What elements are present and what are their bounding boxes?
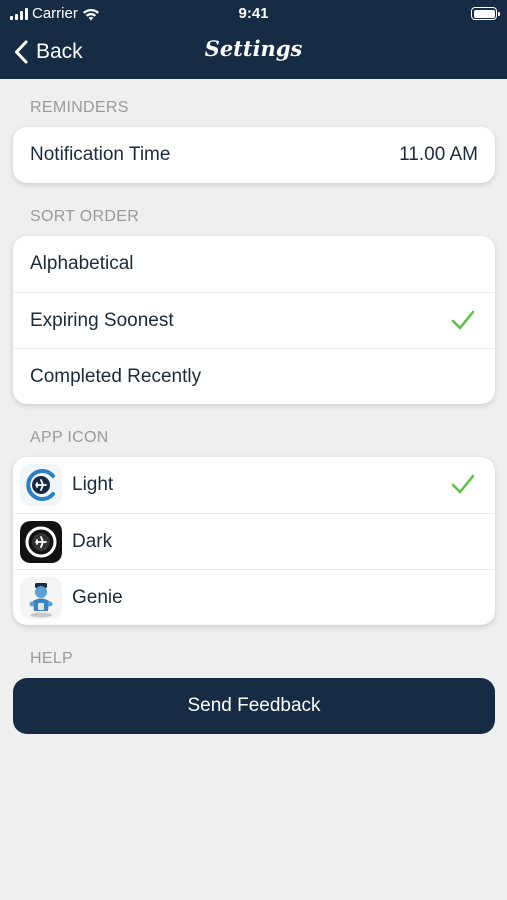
notification-time-value: 11.00 AM <box>399 144 478 165</box>
app-icon-light <box>20 464 62 506</box>
reminders-card: Notification Time 11.00 AM <box>13 127 495 183</box>
app-icon-option-label: Dark <box>72 530 113 552</box>
app-icon-option-dark[interactable]: Dark <box>13 513 495 569</box>
checkmark-icon <box>451 474 475 494</box>
sort-option-label: Alphabetical <box>30 253 134 274</box>
status-time: 9:41 <box>238 5 269 22</box>
battery-icon <box>471 7 500 20</box>
send-feedback-button[interactable]: Send Feedback <box>13 678 495 734</box>
navigation-bar: Carrier 9:41 Back Settings <box>0 0 507 79</box>
sort-option-alphabetical[interactable]: Alphabetical <box>13 236 495 292</box>
notification-time-label: Notification Time <box>30 144 171 165</box>
sort-option-label: Expiring Soonest <box>30 309 174 331</box>
app-icon-option-label: Light <box>72 474 114 495</box>
app-icon-option-genie[interactable]: Genie <box>13 569 495 625</box>
app-icon-card: Light Dark Genie <box>13 457 495 625</box>
section-label-sort-order: SORT ORDER <box>30 208 140 225</box>
checkmark-icon <box>451 310 475 330</box>
app-icon-dark <box>20 520 62 563</box>
app-icon-genie <box>20 576 62 619</box>
app-icon-option-light[interactable]: Light <box>13 457 495 513</box>
section-label-reminders: REMINDERS <box>30 99 129 116</box>
sort-option-expiring-soonest[interactable]: Expiring Soonest <box>13 292 495 348</box>
notification-time-row[interactable]: Notification Time 11.00 AM <box>13 127 495 183</box>
section-label-app-icon: APP ICON <box>30 429 109 446</box>
sort-option-label: Completed Recently <box>30 365 202 387</box>
sort-order-card: Alphabetical Expiring Soonest Completed … <box>13 236 495 404</box>
sort-option-completed-recently[interactable]: Completed Recently <box>13 348 495 404</box>
app-icon-option-label: Genie <box>72 586 123 608</box>
page-title: Settings <box>204 36 303 61</box>
status-bar: Carrier 9:41 <box>0 0 507 28</box>
section-label-help: HELP <box>30 650 73 667</box>
